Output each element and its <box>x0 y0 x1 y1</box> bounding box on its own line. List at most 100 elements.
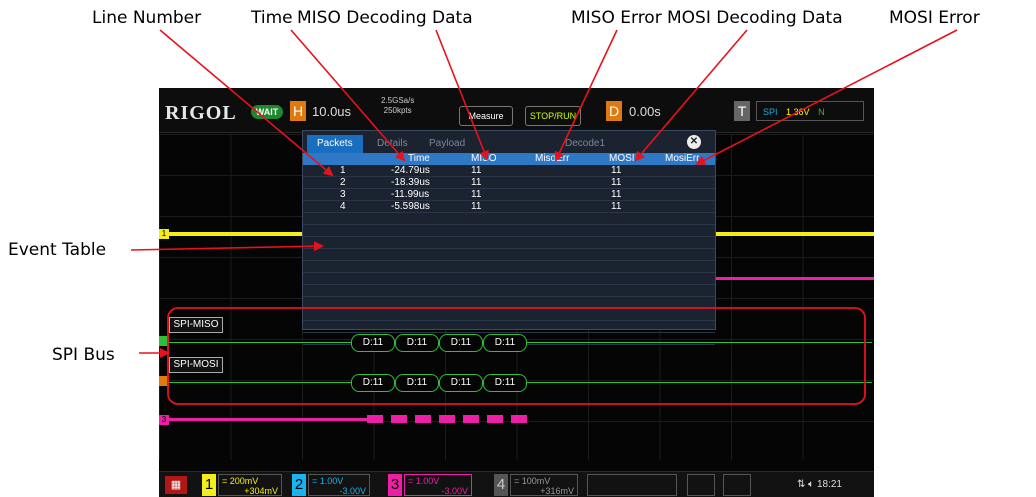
speaker-icon: 🔈︎ <box>808 479 815 490</box>
logic-channels-icon[interactable] <box>587 474 677 496</box>
col-header-miso: MISO <box>471 153 497 164</box>
event-table-tabs: Packets Details Payload Decode1 ✕ <box>303 131 715 153</box>
table-body: 1 -24.79us 11 11 2 -18.39us 11 11 3 -11.99us 11 11 4… <box>303 165 715 345</box>
mosi-bus-marker[interactable] <box>159 376 169 386</box>
col-header-time: Time <box>408 153 430 164</box>
table-header: Time MISO MisoErr MOSI MosiErr <box>303 153 715 165</box>
table-cell: 11 <box>471 165 482 176</box>
bus-packet[interactable]: D:11 <box>395 334 439 352</box>
bus-packet[interactable]: D:11 <box>439 334 483 352</box>
top-status-bar: RIGOL WAIT H 10.0us 2.5GSa/s 250kpts Mea… <box>159 88 874 133</box>
tab-packets[interactable]: Packets <box>307 135 363 153</box>
empty-table-row <box>303 321 715 333</box>
col-header-mosierr: MosiErr <box>665 153 700 164</box>
ch3-settings[interactable]: = 1.00V -3.00V <box>404 474 472 496</box>
measure-button[interactable]: Measure <box>459 106 513 126</box>
ch1-scale: = 200mV <box>222 476 259 486</box>
table-cell: 11 <box>611 177 622 188</box>
bus-packet[interactable]: D:11 <box>351 374 395 392</box>
trigger-settings[interactable]: SPI 1.36V N <box>756 101 864 121</box>
col-header-mosi: MOSI <box>609 153 635 164</box>
table-cell: 11 <box>611 165 622 176</box>
bus-packet[interactable]: D:11 <box>483 334 527 352</box>
callout-line-number: Line Number <box>92 8 202 28</box>
ch2-scale: = 1.00V <box>312 476 344 486</box>
ch1-settings[interactable]: = 200mV +304mV <box>218 474 282 496</box>
delay-icon[interactable]: D <box>606 101 622 121</box>
system-clock: ⇅ 🔈︎ 18:21 <box>797 479 842 490</box>
empty-table-row <box>303 237 715 249</box>
clock-time: 18:21 <box>816 479 842 490</box>
table-cell: 3 <box>340 189 346 200</box>
tab-payload[interactable]: Payload <box>419 135 475 153</box>
run-state-badge: WAIT <box>251 105 283 119</box>
rigol-logo: RIGOL <box>165 102 237 124</box>
bus-packet[interactable]: D:11 <box>351 334 395 352</box>
usb-icon: ⇅ <box>797 479 806 490</box>
ch1-offset: +304mV <box>244 486 278 496</box>
event-table-panel[interactable]: Packets Details Payload Decode1 ✕ Time M… <box>302 130 716 345</box>
bus1-icon[interactable] <box>687 474 715 496</box>
miso-bus-marker[interactable] <box>159 336 169 346</box>
table-cell: 11 <box>611 189 622 200</box>
menu-icon[interactable]: ▦ <box>165 476 187 494</box>
table-row[interactable]: 2 -18.39us 11 11 <box>303 177 715 189</box>
bus-packet[interactable]: D:11 <box>395 374 439 392</box>
table-cell: 11 <box>471 177 482 188</box>
close-icon[interactable]: ✕ <box>687 135 701 149</box>
ch2-trace-segment <box>715 277 874 280</box>
table-cell: -5.598us <box>391 201 430 212</box>
callout-time: Time <box>251 8 293 28</box>
tab-details[interactable]: Details <box>367 135 418 153</box>
empty-table-row <box>303 261 715 273</box>
ch3-burst <box>367 415 527 423</box>
ch4-scale: = 100mV <box>514 476 551 486</box>
ch3-scale: = 1.00V <box>408 476 440 486</box>
empty-table-row <box>303 309 715 321</box>
callout-spi-bus: SPI Bus <box>52 345 115 365</box>
bus-packet[interactable]: D:11 <box>483 374 527 392</box>
ch3-marker[interactable]: 3 <box>159 415 169 425</box>
empty-table-row <box>303 249 715 261</box>
trigger-icon[interactable]: T <box>734 101 750 121</box>
bus-packet[interactable]: D:11 <box>439 374 483 392</box>
ch2-button[interactable]: 2 <box>292 474 306 496</box>
callout-mosi-error: MOSI Error <box>889 8 980 28</box>
table-row[interactable]: 1 -24.79us 11 11 <box>303 165 715 177</box>
trigger-source: SPI <box>763 107 778 117</box>
table-cell: 11 <box>611 201 622 212</box>
tab-decode1[interactable]: Decode1 <box>555 135 615 153</box>
ch2-settings[interactable]: = 1.00V -3.00V <box>308 474 370 496</box>
empty-table-row <box>303 213 715 225</box>
horizontal-icon[interactable]: H <box>290 101 306 121</box>
spi-mosi-label[interactable]: SPI-MOSI <box>169 357 223 373</box>
ch4-settings[interactable]: = 100mV +316mV <box>510 474 578 496</box>
ch3-button[interactable]: 3 <box>388 474 402 496</box>
timebase-value[interactable]: 10.0us <box>312 104 351 119</box>
ch3-offset: -3.00V <box>441 486 468 496</box>
spi-miso-label[interactable]: SPI-MISO <box>169 317 223 333</box>
table-cell: -18.39us <box>391 177 430 188</box>
ch1-marker[interactable]: 1 <box>159 229 169 239</box>
bottom-channel-bar: ▦ 1 = 200mV +304mV 2 = 1.00V -3.00V 3 = … <box>159 471 874 497</box>
table-row[interactable]: 4 -5.598us 11 11 <box>303 201 715 213</box>
table-cell: 11 <box>471 201 482 212</box>
table-cell: -24.79us <box>391 165 430 176</box>
bus2-icon[interactable] <box>723 474 751 496</box>
empty-table-row <box>303 285 715 297</box>
table-row[interactable]: 3 -11.99us 11 11 <box>303 189 715 201</box>
ch4-offset: +316mV <box>540 486 574 496</box>
ch1-button[interactable]: 1 <box>202 474 216 496</box>
table-cell: 11 <box>471 189 482 200</box>
empty-table-row <box>303 273 715 285</box>
trigger-level: 1.36V <box>786 107 810 117</box>
ch3-trace <box>167 418 367 421</box>
table-cell: -11.99us <box>391 189 430 200</box>
sample-rate-value: 2.5GSa/s <box>381 96 415 105</box>
delay-value[interactable]: 0.00s <box>629 104 661 119</box>
ch4-button[interactable]: 4 <box>494 474 508 496</box>
oscilloscope-screen: RIGOL WAIT H 10.0us 2.5GSa/s 250kpts Mea… <box>159 88 874 497</box>
stop-run-button[interactable]: STOP/RUN <box>525 106 581 126</box>
empty-table-row <box>303 297 715 309</box>
memory-depth-value: 250kpts <box>383 106 412 115</box>
